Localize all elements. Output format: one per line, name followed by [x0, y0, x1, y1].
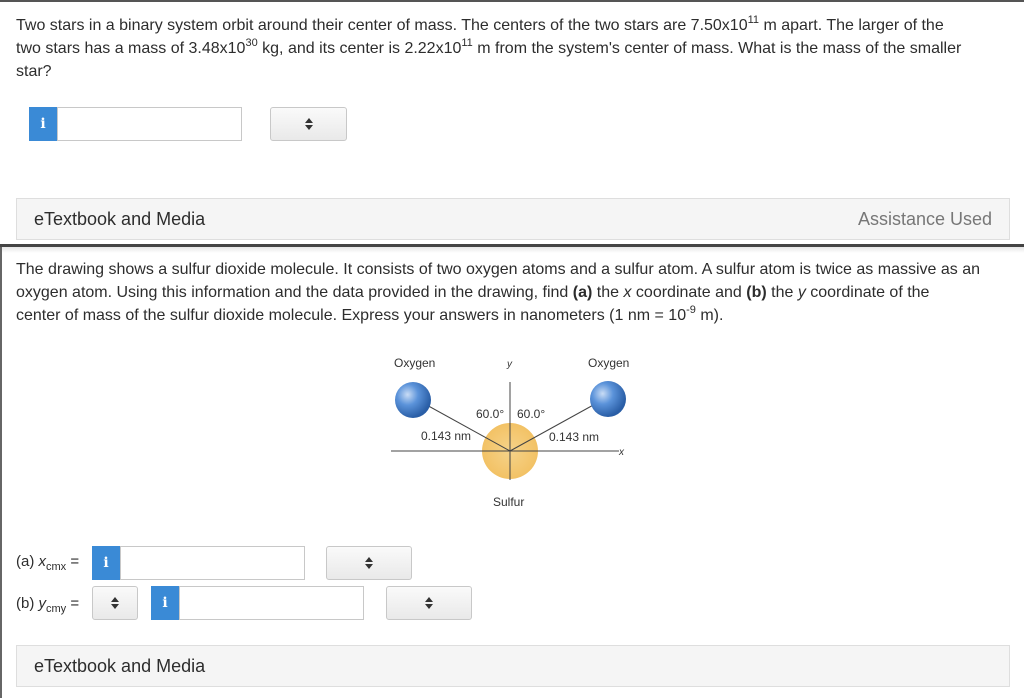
- oxygen-right-label: Oxygen: [588, 356, 629, 370]
- question-1-text: Two stars in a binary system orbit aroun…: [16, 13, 962, 80]
- y-axis-label: y: [506, 359, 513, 370]
- info-icon-a[interactable]: i: [92, 546, 120, 580]
- answer-input-q1[interactable]: [57, 107, 242, 141]
- sulfur-dioxide-diagram: Oxygen Oxygen y x 60.0° 60.0° 0.143 nm 0…: [391, 356, 629, 509]
- sulfur-label: Sulfur: [493, 495, 524, 509]
- updown-arrows-icon: [365, 557, 373, 569]
- answer-input-a[interactable]: [120, 546, 305, 580]
- question-2-text: The drawing shows a sulfur dioxide molec…: [16, 261, 980, 324]
- etextbook-media-bar-2[interactable]: eTextbook and Media: [16, 645, 1010, 687]
- etextbook-media-link[interactable]: eTextbook and Media: [34, 656, 205, 677]
- assistance-used-status: Assistance Used: [857, 208, 992, 229]
- section-divider-shadow: [0, 247, 1024, 253]
- updown-arrows-icon: [304, 118, 313, 130]
- section-left-border: [0, 247, 2, 698]
- oxygen-atom-left: [395, 382, 431, 418]
- oxygen-left-label: Oxygen: [394, 356, 435, 370]
- units-select-a[interactable]: [326, 546, 412, 580]
- answer-a-label: (a) xcmx =: [16, 553, 80, 573]
- units-select-q1[interactable]: [270, 107, 347, 141]
- answer-input-b[interactable]: [179, 586, 364, 620]
- angle-right-label: 60.0°: [517, 407, 545, 421]
- top-border: [0, 0, 1024, 2]
- answer-b-label: (b) ycmy =: [16, 595, 80, 615]
- x-axis-label: x: [618, 447, 625, 458]
- bond-left-length-label: 0.143 nm: [421, 429, 471, 443]
- oxygen-atom-right: [590, 381, 626, 417]
- etextbook-media-bar-1[interactable]: eTextbook and Media Assistance Used: [16, 198, 1010, 240]
- bond-right-length-label: 0.143 nm: [549, 430, 599, 444]
- units-select-b[interactable]: [386, 586, 472, 620]
- sign-select-b[interactable]: [92, 586, 138, 620]
- info-icon-b[interactable]: i: [151, 586, 179, 620]
- updown-arrows-icon: [111, 597, 119, 609]
- updown-arrows-icon: [425, 597, 433, 609]
- angle-left-label: 60.0°: [476, 407, 504, 421]
- etextbook-media-link[interactable]: eTextbook and Media: [34, 209, 205, 230]
- info-icon[interactable]: i: [29, 107, 57, 141]
